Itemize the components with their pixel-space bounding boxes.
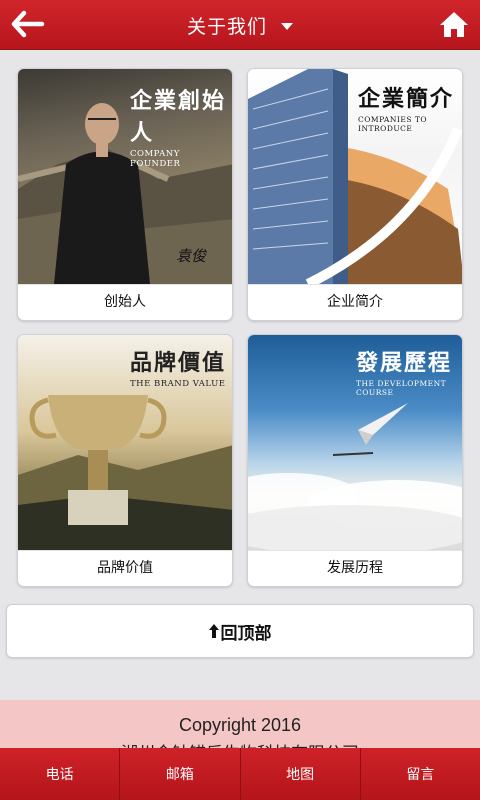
home-icon[interactable] <box>438 9 470 39</box>
copyright-text: Copyright 2016 <box>178 715 302 735</box>
card-label: 发展历程 <box>248 550 462 586</box>
top-bar: 关于我们 <box>0 0 480 50</box>
card-caption-cn: 企業創始人 <box>130 88 227 146</box>
brand-image: 品牌價值 THE BRAND VALUE <box>18 335 232 550</box>
back-to-top-label: 回顶部 <box>220 623 272 644</box>
page-title: 关于我们 <box>186 15 267 38</box>
card-caption-en: COMPANIES TO INTRODUCE <box>358 115 428 133</box>
card-label: 品牌价值 <box>18 550 232 586</box>
nav-phone[interactable]: 电话 <box>0 748 121 800</box>
nav-message[interactable]: 留言 <box>361 748 480 800</box>
card-caption-en: THE BRAND VALUE <box>130 379 226 389</box>
development-image: 發展歷程 THE DEVELOPMENT COURSE <box>248 335 462 550</box>
card-caption-cn: 品牌價值 <box>130 350 227 376</box>
founder-image: 企業創始人 COMPANY FOUNDER 袁俊 <box>18 69 232 284</box>
nav-map[interactable]: 地图 <box>241 748 361 800</box>
bottom-nav: 电话 邮箱 地图 留言 <box>0 748 480 800</box>
card-caption-en: COMPANY FOUNDER <box>130 149 181 169</box>
arrow-up-icon <box>208 624 219 638</box>
card-label: 创始人 <box>18 284 232 320</box>
card-label: 企业简介 <box>248 284 462 320</box>
nav-email[interactable]: 邮箱 <box>120 748 241 800</box>
chevron-down-icon <box>281 22 293 30</box>
back-to-top-button[interactable]: 回顶部 <box>6 604 474 658</box>
signature: 袁俊 <box>176 247 207 265</box>
card-company-intro[interactable]: 企業簡介 COMPANIES TO INTRODUCE 企业简介 <box>247 68 463 321</box>
card-development-course[interactable]: 發展歷程 THE DEVELOPMENT COURSE 发展历程 <box>247 334 463 587</box>
card-caption-cn: 發展歷程 <box>356 350 453 376</box>
card-caption-cn: 企業簡介 <box>358 86 455 112</box>
card-founder[interactable]: 企業創始人 COMPANY FOUNDER 袁俊 创始人 <box>17 68 233 321</box>
card-brand-value[interactable]: 品牌價值 THE BRAND VALUE 品牌价值 <box>17 334 233 587</box>
title-dropdown[interactable]: 关于我们 <box>0 0 480 50</box>
card-caption-en: THE DEVELOPMENT COURSE <box>356 379 447 397</box>
company-image: 企業簡介 COMPANIES TO INTRODUCE <box>248 69 462 284</box>
footer: Copyright 2016 湖州金钟锚乐生物科技有限公司 <box>0 700 480 750</box>
